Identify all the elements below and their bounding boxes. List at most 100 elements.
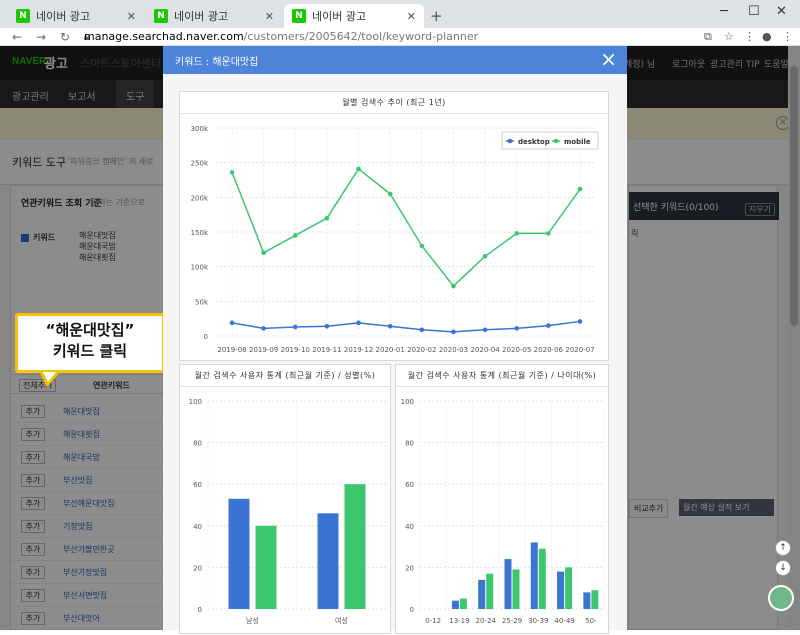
bar-mobile (538, 548, 546, 609)
browser-tab-active[interactable]: N 네이버 광고 ✕ (284, 4, 424, 28)
data-point-mobile (419, 243, 425, 249)
y-tick-label: 20 (405, 564, 414, 572)
data-point-mobile (229, 170, 235, 175)
profile-icon[interactable]: ● (762, 30, 772, 43)
modal-body: 월별 검색수 추이 (최근 1년) 0 50k 100k 150k 200k 250k 30… (163, 74, 627, 634)
data-point-mobile (387, 191, 393, 197)
bar-desktop (530, 542, 538, 609)
x-tick-label: 2019-10 (281, 346, 310, 354)
tab-title: 네이버 광고 (312, 10, 367, 23)
bookmark-star-icon[interactable]: ☆ (724, 30, 734, 43)
new-tab-icon[interactable]: + (430, 7, 443, 25)
data-point-desktop (451, 329, 456, 335)
y-tick-label: 50k (195, 298, 209, 306)
extensions-icon[interactable]: ⋮ (744, 30, 755, 43)
x-tick-label: 2020-07 (565, 346, 594, 354)
bar-mobile (512, 569, 520, 609)
y-tick-label: 60 (193, 481, 202, 489)
close-window-icon[interactable]: ✕ (776, 4, 787, 19)
address-bar: ← → ↻ 🔒︎ manage.searchad.naver.com/custo… (0, 28, 800, 46)
reload-icon[interactable]: ↻ (58, 30, 72, 44)
x-tick-label: 25-29 (502, 617, 522, 625)
age-stats-card: 월간 검색수 사용자 통계 (최근월 기준) / 나이대(%) 0 20 40 60 8… (395, 364, 609, 634)
data-point-mobile (261, 250, 266, 256)
browser-menu-icon[interactable]: ⋮ (782, 30, 793, 43)
data-point-mobile (577, 186, 583, 192)
gender-stats-card: 월간 검색수 사용자 통계 (최근월 기준) / 성별(%) 0 20 40 60 80… (179, 364, 391, 634)
bar-mobile (486, 573, 494, 609)
maximize-icon[interactable]: ☐ (748, 4, 760, 19)
y-tick-label: 20 (193, 564, 202, 572)
modal-close-icon[interactable]: × (600, 48, 617, 70)
modal-title: 키워드 : 해운대맛집 (175, 57, 259, 68)
minimize-icon[interactable]: ─ (720, 4, 728, 19)
y-tick-label: 0 (204, 333, 208, 341)
data-point-mobile (292, 233, 298, 238)
forward-icon[interactable]: → (34, 30, 48, 44)
y-tick-label: 80 (405, 440, 414, 448)
naver-favicon-icon: N (292, 9, 306, 23)
x-tick-label: 30-39 (528, 617, 548, 625)
x-tick-label: 2020-06 (534, 346, 564, 354)
data-point-desktop (292, 324, 298, 330)
scroll-down-icon[interactable]: ↓ (775, 560, 791, 576)
y-tick-label: 150k (191, 229, 209, 237)
y-tick-label: 60 (405, 481, 414, 489)
bar-desktop (557, 571, 565, 609)
x-tick-label: 2019-12 (344, 346, 373, 354)
legend-marker (553, 138, 559, 144)
bar-desktop (504, 559, 512, 609)
y-tick-label: 40 (193, 523, 202, 531)
data-point-desktop (387, 323, 393, 329)
series-line-mobile (231, 167, 581, 288)
bar-mobile (565, 567, 573, 609)
callout-line-1: “해운대맛집” (45, 321, 135, 339)
bar-mobile (591, 590, 599, 609)
keyword-detail-modal: 키워드 : 해운대맛집 × 월별 검색수 추이 (최근 1년) 0 50k 100k… (163, 46, 627, 634)
x-tick-label: 2020-05 (502, 346, 531, 354)
data-point-desktop (546, 323, 551, 328)
instruction-callout: “해운대맛집” 키워드 클릭 (15, 313, 165, 373)
y-tick-label: 0 (410, 606, 414, 614)
x-tick-label: 0-12 (425, 617, 441, 625)
bar-mobile (459, 598, 467, 609)
y-tick-label: 300k (191, 125, 209, 133)
legend-label: desktop (518, 138, 550, 146)
bar-desktop (583, 592, 591, 609)
tab-title: 네이버 광고 (174, 10, 229, 23)
chatbot-avatar[interactable] (768, 585, 794, 611)
x-tick-label: 13-19 (449, 617, 469, 625)
x-tick-label: 2019-11 (312, 346, 341, 354)
bar-desktop (228, 498, 250, 609)
data-point-mobile (514, 231, 520, 236)
bar-desktop (317, 513, 339, 609)
browser-tab[interactable]: N 네이버 광고 ✕ (146, 4, 282, 28)
data-point-desktop (229, 320, 235, 326)
y-tick-label: 100 (189, 398, 202, 406)
url-field[interactable]: manage.searchad.naver.com/customers/2005… (84, 30, 478, 43)
back-icon[interactable]: ← (10, 30, 24, 44)
y-tick-label: 0 (198, 606, 202, 614)
age-chart: 0 20 40 60 80 100 0-12 13-19 20-24 25-29 30-39 40-4… (401, 398, 605, 625)
y-tick-label: 80 (193, 440, 202, 448)
x-tick-label: 2019-09 (249, 346, 278, 354)
monthly-trend-chart: 050k100k150k200k250k300k2019-08 2019-09 20… (191, 125, 599, 354)
browser-tab[interactable]: N 네이버 광고 ✕ (8, 4, 144, 28)
callout-line-2: 키워드 클릭 (52, 342, 128, 360)
translate-icon[interactable]: ⧉ (704, 30, 712, 44)
chart-title: 월간 검색수 사용자 통계 (최근월 기준) / 성별(%) (180, 365, 390, 387)
gender-chart: 0 20 40 60 80 100 남성 여성 (189, 398, 387, 625)
bar-mobile (344, 484, 366, 609)
x-tick-label: 2019-08 (217, 346, 246, 354)
x-tick-label: 2020-01 (376, 346, 405, 354)
data-point-desktop (482, 327, 488, 333)
naver-favicon-icon: N (16, 9, 30, 23)
bar-desktop (478, 579, 486, 609)
bar-mobile (255, 525, 277, 609)
close-tab-icon[interactable]: ✕ (407, 10, 416, 23)
data-point-desktop (261, 326, 266, 331)
close-tab-icon[interactable]: ✕ (127, 10, 136, 23)
tab-title: 네이버 광고 (36, 10, 91, 23)
scroll-up-icon[interactable]: ↑ (775, 540, 791, 556)
close-tab-icon[interactable]: ✕ (265, 10, 274, 23)
